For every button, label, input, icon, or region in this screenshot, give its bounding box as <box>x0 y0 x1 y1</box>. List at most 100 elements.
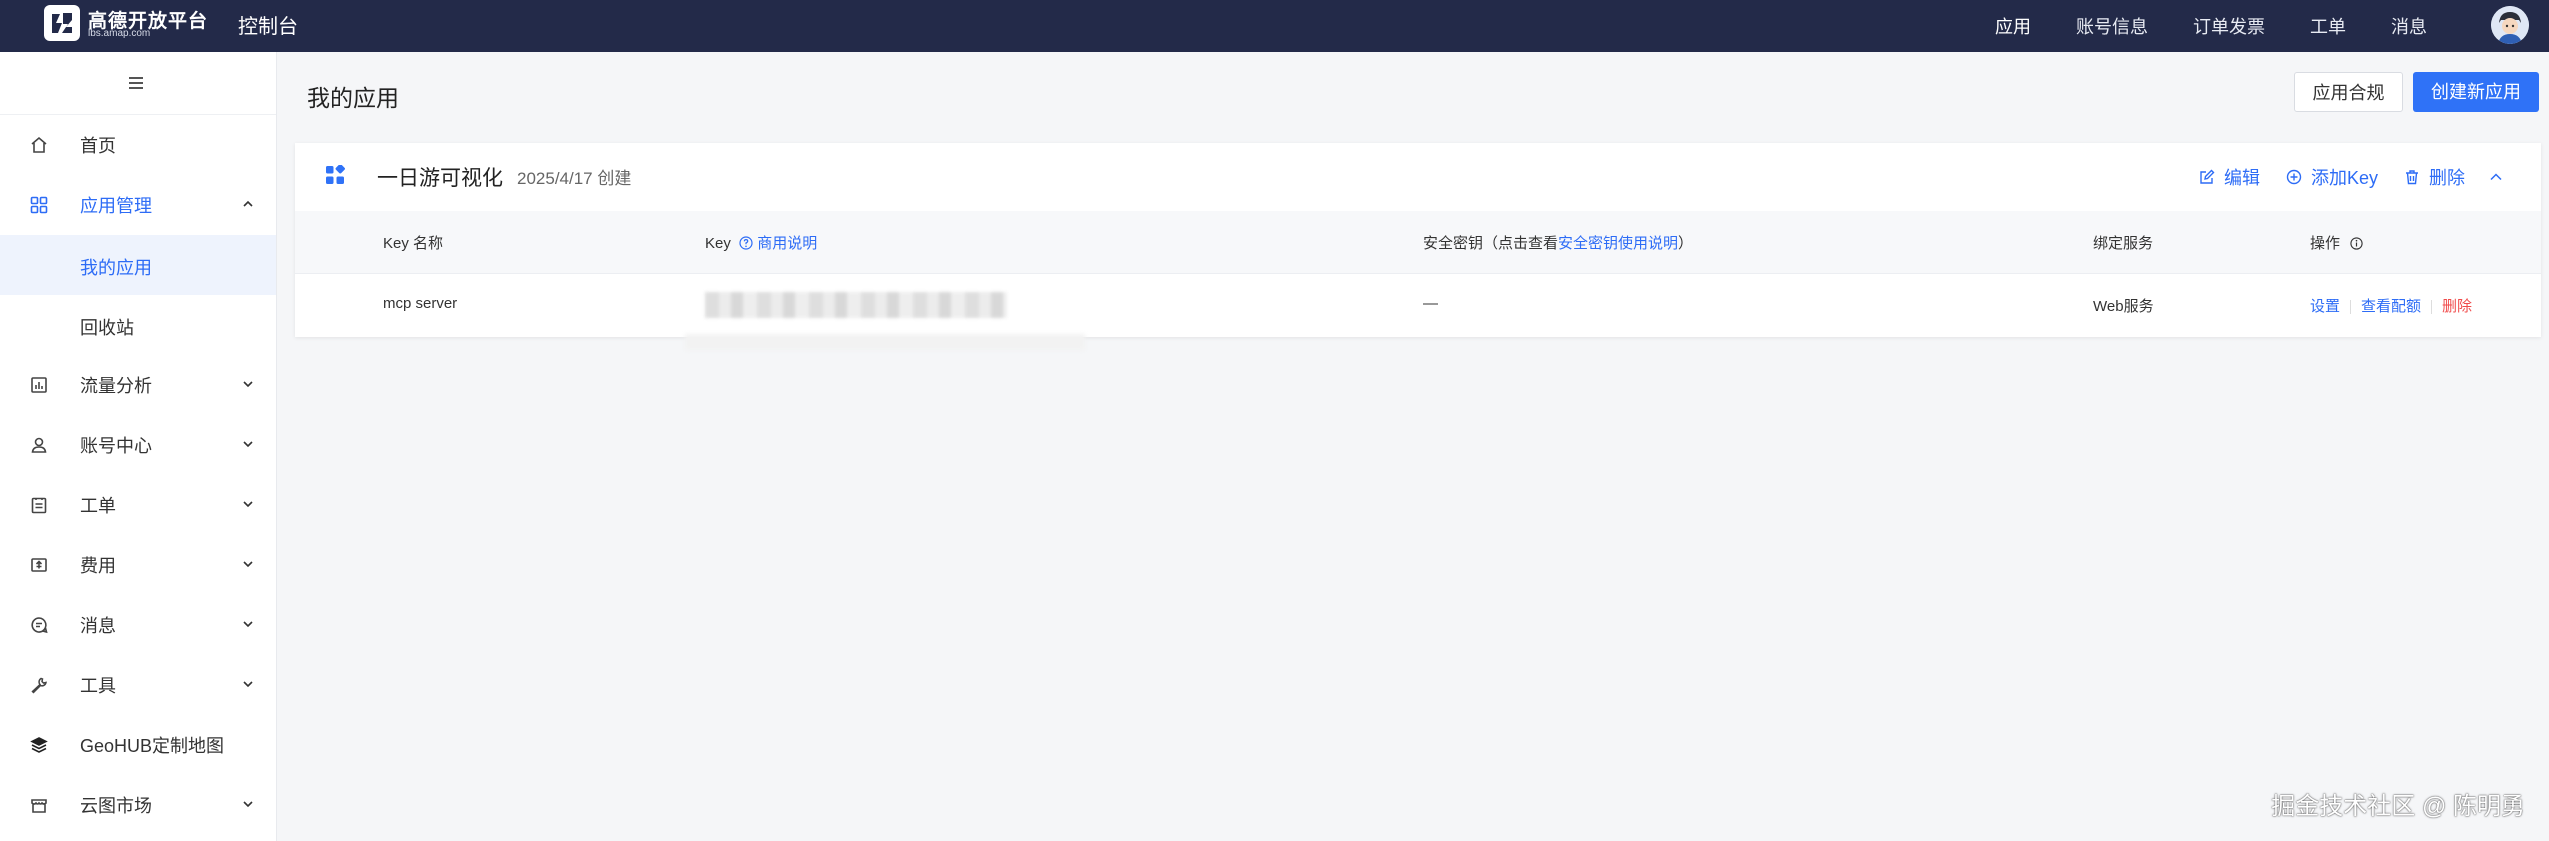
chevron-down-icon <box>243 501 253 508</box>
user-icon <box>31 437 47 453</box>
home-icon <box>31 136 47 153</box>
app-card-header: 一日游可视化 2025/4/17 创建 编辑 添加Key 删除 <box>295 143 2541 211</box>
sidebar-item-tickets[interactable]: 工单 <box>0 475 276 535</box>
app-name: 一日游可视化 <box>377 167 503 190</box>
delete-app-button[interactable]: 删除 <box>2404 164 2465 190</box>
chevron-down-icon <box>243 621 253 628</box>
edit-label: 编辑 <box>2223 168 2260 188</box>
commercial-info-link[interactable]: 商用说明 <box>757 235 817 252</box>
app-card: 一日游可视化 2025/4/17 创建 编辑 添加Key 删除 Key 名称 K… <box>295 143 2541 350</box>
top-nav: 应用 账号信息 订单发票 工单 消息 <box>1950 0 2427 52</box>
table-row: mcp server — Web服务 设置 查看配额 删除 <box>295 274 2541 350</box>
grid-icon <box>30 196 48 214</box>
watermark: 掘金技术社区 @ 陈明勇 <box>2271 793 2525 820</box>
add-key-label: 添加Key <box>2310 168 2378 188</box>
user-avatar[interactable] <box>2491 6 2529 44</box>
sidebar-item-messages[interactable]: 消息 <box>0 595 276 655</box>
chevron-up-icon <box>243 200 253 207</box>
divider <box>2350 300 2352 315</box>
col-key-label: Key <box>705 235 731 252</box>
store-icon <box>31 799 47 813</box>
key-name-cell: mcp server <box>383 295 458 312</box>
sidebar-item-label: 账号中心 <box>80 436 152 456</box>
console-title[interactable]: 控制台 <box>238 10 298 39</box>
top-bar: 高德开放平台 lbs.amap.com 控制台 应用 账号信息 订单发票 工单 … <box>0 0 2549 52</box>
col-secret: 安全密钥（点击查看安全密钥使用说明） <box>1423 232 1693 253</box>
view-quota-link[interactable]: 查看配额 <box>2361 298 2421 315</box>
sidebar-item-label: 应用管理 <box>80 196 152 216</box>
amap-logo[interactable]: 高德开放平台 lbs.amap.com <box>44 4 207 44</box>
create-app-button[interactable]: 创建新应用 <box>2413 72 2539 112</box>
sidebar-item-label: 工单 <box>80 496 116 516</box>
delete-label: 删除 <box>2429 168 2465 188</box>
col-operations-label: 操作 <box>2310 235 2341 252</box>
app-actions: 编辑 添加Key 删除 <box>2173 163 2503 191</box>
sidebar-item-home[interactable]: 首页 <box>0 115 276 175</box>
keys-table-header: Key 名称 Key 商用说明 安全密钥（点击查看安全密钥使用说明） 绑定服务 … <box>295 211 2541 274</box>
col-operations: 操作 <box>2310 232 2363 253</box>
edit-app-button[interactable]: 编辑 <box>2199 164 2260 190</box>
key-value-redacted <box>705 292 1007 318</box>
page-title: 我的应用 <box>307 85 399 111</box>
service-cell: Web服务 <box>2093 298 2154 315</box>
sidebar-item-label: 流量分析 <box>80 376 152 396</box>
chevron-down-icon <box>243 681 253 688</box>
sidebar-collapse-toggle[interactable] <box>0 52 276 115</box>
trash-icon <box>2406 170 2418 185</box>
logo-mark-icon <box>44 5 80 41</box>
layers-icon <box>30 737 48 753</box>
app-grid-icon <box>326 165 345 184</box>
sidebar-item-app-management[interactable]: 应用管理 <box>0 175 276 235</box>
nav-orders-invoices[interactable]: 订单发票 <box>2193 13 2265 39</box>
sidebar-item-label: 费用 <box>80 556 116 576</box>
sidebar-item-label: GeoHUB定制地图 <box>80 736 225 756</box>
sidebar-item-label: 工具 <box>80 676 116 696</box>
chevron-down-icon <box>243 801 253 808</box>
add-key-button[interactable]: 添加Key <box>2286 164 2378 190</box>
sidebar-item-traffic-analysis[interactable]: 流量分析 <box>0 355 276 415</box>
help-icon <box>739 236 753 250</box>
delete-key-link[interactable]: 删除 <box>2442 298 2472 315</box>
nav-messages[interactable]: 消息 <box>2391 13 2427 39</box>
redaction-smudge <box>685 334 1085 350</box>
message-icon <box>31 617 48 634</box>
app-compliance-button[interactable]: 应用合规 <box>2294 72 2403 112</box>
sidebar-item-tools[interactable]: 工具 <box>0 655 276 715</box>
chevron-down-icon <box>243 381 253 388</box>
sidebar-subitem-recycle-bin[interactable]: 回收站 <box>0 295 276 355</box>
nav-apps[interactable]: 应用 <box>1995 13 2031 39</box>
col-key-name: Key 名称 <box>383 235 444 252</box>
sidebar-item-cost[interactable]: 费用 <box>0 535 276 595</box>
sidebar-item-label: 云图市场 <box>80 796 152 816</box>
chart-icon <box>31 377 47 393</box>
sidebar-subitem-my-apps[interactable]: 我的应用 <box>0 235 276 295</box>
col-key: Key 商用说明 <box>705 232 817 253</box>
nav-tickets[interactable]: 工单 <box>2310 13 2346 39</box>
cost-icon <box>31 558 47 572</box>
settings-link[interactable]: 设置 <box>2310 298 2340 315</box>
edit-icon <box>2200 169 2215 184</box>
sidebar-item-account-center[interactable]: 账号中心 <box>0 415 276 475</box>
col-secret-suffix: ） <box>1678 235 1694 252</box>
divider <box>2431 300 2433 315</box>
sidebar-item-cloud-map-market[interactable]: 云图市场 <box>0 775 276 835</box>
chevron-down-icon <box>243 561 253 568</box>
col-bound-service: 绑定服务 <box>2093 235 2154 252</box>
chevron-down-icon <box>243 441 253 448</box>
wrench-icon <box>31 677 47 694</box>
menu-icon <box>129 77 143 89</box>
ticket-icon <box>31 497 47 514</box>
info-icon[interactable] <box>2350 237 2363 250</box>
sidebar-item-label: 消息 <box>80 616 116 636</box>
col-secret-prefix: 安全密钥（点击查看 <box>1423 235 1559 252</box>
app-created-date: 2025/4/17 创建 <box>517 169 632 188</box>
sidebar: 首页 应用管理 我的应用 回收站 流量分析 账号中心 工单 费用 消息 工具 G… <box>0 52 277 841</box>
nav-account-info[interactable]: 账号信息 <box>2076 13 2148 39</box>
logo-subtext: lbs.amap.com <box>88 28 151 39</box>
sidebar-item-geohub[interactable]: GeoHUB定制地图 <box>0 715 276 775</box>
secret-cell: — <box>1423 295 1438 312</box>
secret-usage-link[interactable]: 安全密钥使用说明 <box>1558 235 1678 252</box>
operations-cell: 设置 查看配额 删除 <box>2310 295 2472 316</box>
collapse-card-icon[interactable] <box>2489 170 2503 184</box>
plus-circle-icon <box>2286 169 2302 185</box>
